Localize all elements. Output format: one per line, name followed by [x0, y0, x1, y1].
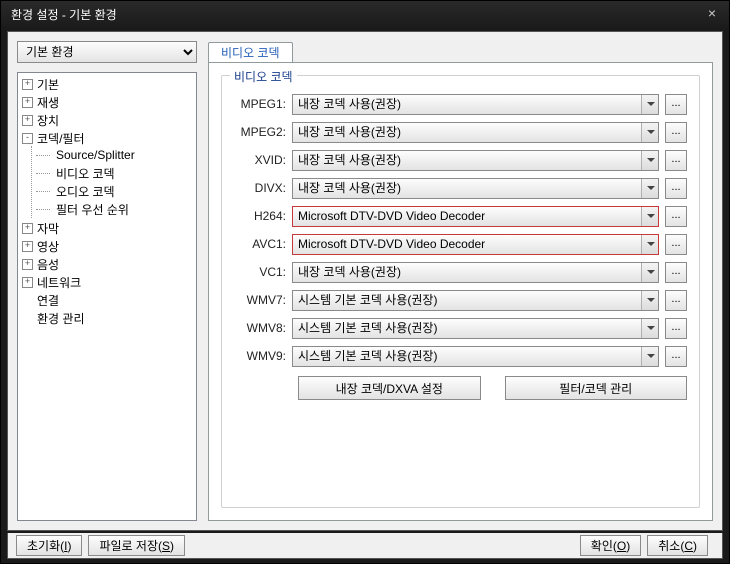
reset-button[interactable]: 초기화(I): [16, 535, 82, 556]
more-button[interactable]: ...: [665, 94, 687, 115]
tree-item[interactable]: 자막: [37, 220, 59, 237]
codec-row: DIVX:내장 코덱 사용(권장)...: [234, 174, 687, 202]
tree-item[interactable]: 음성: [37, 256, 59, 273]
codec-label: MPEG1:: [234, 97, 292, 111]
category-tree[interactable]: + 기본 + 재생 + 장치-코덱/필터Source/Splitter 비디오 코덱오디오 …: [17, 72, 197, 521]
codec-select[interactable]: Microsoft DTV-DVD Video Decoder: [292, 234, 659, 255]
codec-label: H264:: [234, 209, 292, 223]
tree-item[interactable]: 오디오 코덱: [56, 183, 115, 200]
codec-label: DIVX:: [234, 181, 292, 195]
tree-expander-icon[interactable]: +: [22, 241, 33, 252]
codec-row: MPEG2:내장 코덱 사용(권장)...: [234, 118, 687, 146]
window-title: 환경 설정 - 기본 환경: [11, 8, 117, 22]
cancel-button[interactable]: 취소(C): [647, 535, 708, 556]
codec-select[interactable]: 내장 코덱 사용(권장): [292, 122, 659, 143]
tree-item[interactable]: 환경 관리: [37, 310, 85, 327]
codec-select[interactable]: 내장 코덱 사용(권장): [292, 94, 659, 115]
more-button[interactable]: ...: [665, 178, 687, 199]
tree-item[interactable]: 필터 우선 순위: [56, 201, 129, 218]
tab-video-codec[interactable]: 비디오 코덱: [208, 42, 293, 64]
tabstrip: 비디오 코덱: [208, 41, 293, 63]
codec-select[interactable]: 시스템 기본 코덱 사용(권장): [292, 346, 659, 367]
tree-expander-icon[interactable]: +: [22, 97, 33, 108]
codec-row: VC1:내장 코덱 사용(권장)...: [234, 258, 687, 286]
codec-group: 비디오 코덱 MPEG1:내장 코덱 사용(권장)...MPEG2:내장 코덱 …: [221, 75, 700, 508]
close-icon[interactable]: ×: [703, 5, 721, 23]
codec-select[interactable]: 시스템 기본 코덱 사용(권장): [292, 290, 659, 311]
filter-manage-button[interactable]: 필터/코덱 관리: [505, 376, 688, 400]
footer: 초기화(I) 파일로 저장(S) 확인(O) 취소(C): [7, 533, 723, 559]
tree-item[interactable]: 네트워크: [37, 274, 81, 291]
tree-item[interactable]: 코덱/필터: [37, 130, 85, 147]
more-button[interactable]: ...: [665, 346, 687, 367]
codec-row: XVID:내장 코덱 사용(권장)...: [234, 146, 687, 174]
codec-label: MPEG2:: [234, 125, 292, 139]
titlebar: 환경 설정 - 기본 환경 ×: [1, 1, 729, 29]
tree-expander-icon[interactable]: +: [22, 115, 33, 126]
more-button[interactable]: ...: [665, 318, 687, 339]
group-title: 비디오 코덱: [230, 68, 297, 85]
codec-label: WMV8:: [234, 321, 292, 335]
tree-item[interactable]: 재생: [37, 94, 59, 111]
more-button[interactable]: ...: [665, 206, 687, 227]
codec-select[interactable]: 내장 코덱 사용(권장): [292, 150, 659, 171]
codec-row: AVC1:Microsoft DTV-DVD Video Decoder...: [234, 230, 687, 258]
dxva-settings-button[interactable]: 내장 코덱/DXVA 설정: [298, 376, 481, 400]
codec-select[interactable]: 시스템 기본 코덱 사용(권장): [292, 318, 659, 339]
tree-item[interactable]: 연결: [37, 292, 59, 309]
tree-expander-icon[interactable]: +: [22, 79, 33, 90]
codec-row: WMV9:시스템 기본 코덱 사용(권장)...: [234, 342, 687, 370]
tree-expander-icon[interactable]: +: [22, 277, 33, 288]
more-button[interactable]: ...: [665, 150, 687, 171]
profile-selector[interactable]: 기본 환경: [17, 41, 197, 63]
codec-label: VC1:: [234, 265, 292, 279]
tree-item[interactable]: Source/Splitter: [56, 148, 135, 162]
codec-select[interactable]: 내장 코덱 사용(권장): [292, 262, 659, 283]
tree-expander-icon[interactable]: -: [22, 133, 33, 144]
more-button[interactable]: ...: [665, 234, 687, 255]
codec-select[interactable]: Microsoft DTV-DVD Video Decoder: [292, 206, 659, 227]
tree-item[interactable]: 장치: [37, 112, 59, 129]
codec-label: WMV7:: [234, 293, 292, 307]
codec-row: WMV8:시스템 기본 코덱 사용(권장)...: [234, 314, 687, 342]
save-to-file-button[interactable]: 파일로 저장(S): [88, 535, 185, 556]
ok-button[interactable]: 확인(O): [580, 535, 641, 556]
codec-row: H264:Microsoft DTV-DVD Video Decoder...: [234, 202, 687, 230]
more-button[interactable]: ...: [665, 290, 687, 311]
tree-item[interactable]: 기본: [37, 76, 59, 93]
codec-select[interactable]: 내장 코덱 사용(권장): [292, 178, 659, 199]
profile-select[interactable]: 기본 환경: [17, 41, 197, 63]
preferences-window: 환경 설정 - 기본 환경 × 기본 환경 + 기본 + 재생 + 장치-코덱/필터Sou…: [0, 0, 730, 564]
more-button[interactable]: ...: [665, 262, 687, 283]
tree-expander-icon[interactable]: +: [22, 259, 33, 270]
codec-label: AVC1:: [234, 237, 292, 251]
codec-row: MPEG1:내장 코덱 사용(권장)...: [234, 90, 687, 118]
codec-label: XVID:: [234, 153, 292, 167]
tree-item[interactable]: 비디오 코덱: [56, 165, 115, 182]
tree-item[interactable]: 영상: [37, 238, 59, 255]
codec-label: WMV9:: [234, 349, 292, 363]
body: 기본 환경 + 기본 + 재생 + 장치-코덱/필터Source/Splitter 비디오 …: [7, 31, 723, 531]
codec-row: WMV7:시스템 기본 코덱 사용(권장)...: [234, 286, 687, 314]
tree-expander-icon[interactable]: +: [22, 223, 33, 234]
panel: 비디오 코덱 MPEG1:내장 코덱 사용(권장)...MPEG2:내장 코덱 …: [208, 62, 713, 521]
more-button[interactable]: ...: [665, 122, 687, 143]
